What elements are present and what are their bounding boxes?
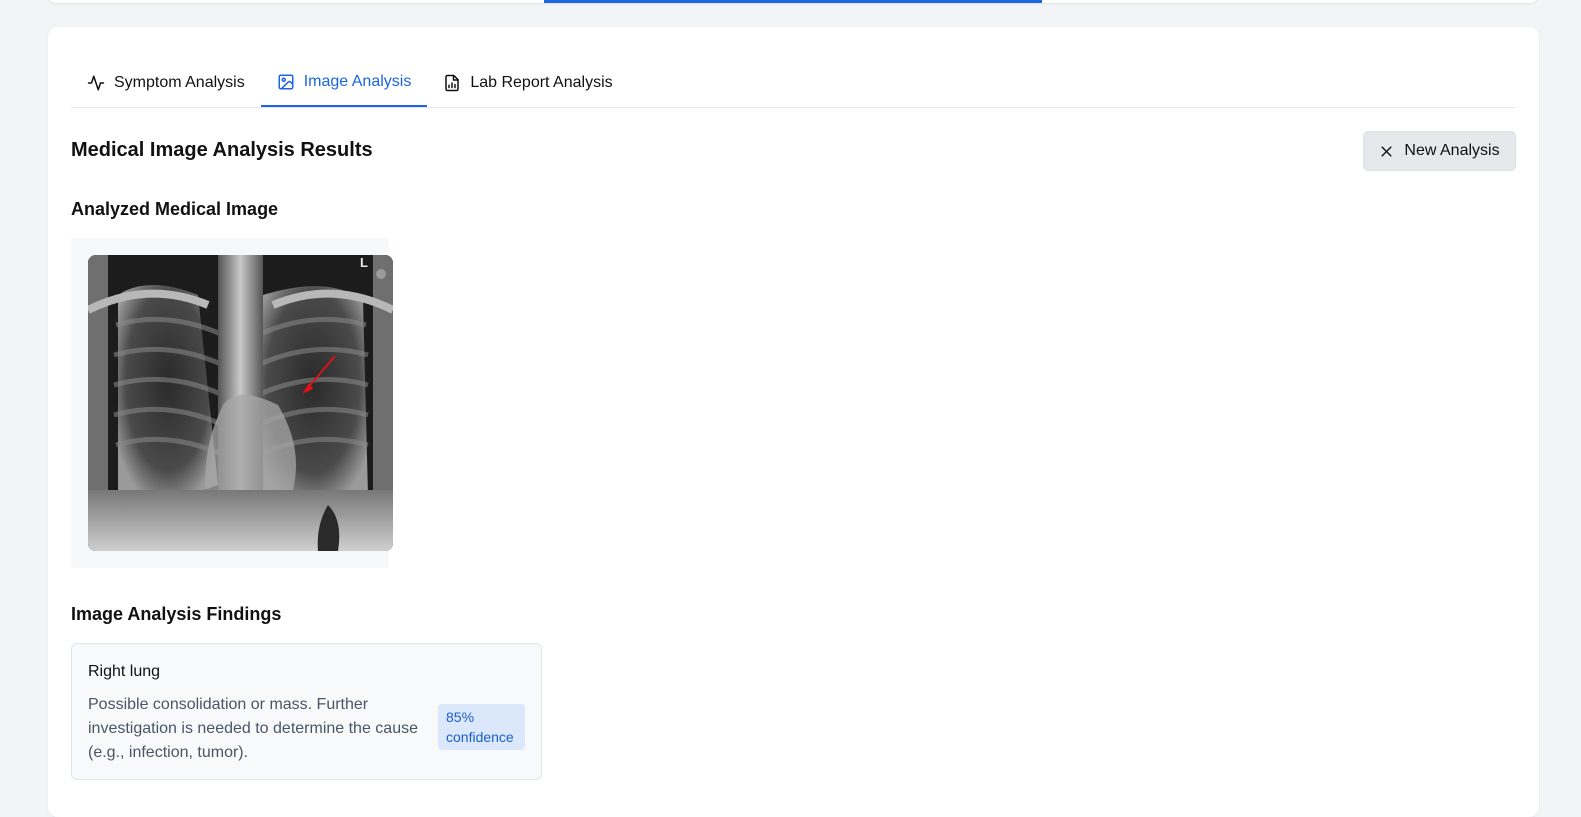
xray-side-marker: L: [360, 255, 368, 270]
confidence-badge: 85% confidence: [438, 704, 525, 750]
activity-icon: [87, 75, 105, 91]
tab-image-analysis[interactable]: Image Analysis: [260, 59, 428, 107]
analyzed-image-heading: Analyzed Medical Image: [71, 199, 279, 219]
tab-lab-report-analysis[interactable]: Lab Report Analysis: [427, 59, 628, 107]
new-analysis-label: New Analysis: [1404, 142, 1500, 159]
analysis-card: Symptom Analysis Image Analysis Lab Repo…: [48, 27, 1539, 817]
results-title: Medical Image Analysis Results: [71, 139, 373, 161]
tab-label: Symptom Analysis: [114, 74, 245, 91]
file-chart-icon: [445, 74, 460, 92]
findings-heading: Image Analysis Findings: [71, 604, 282, 624]
finding-description: Possible consolidation or mass. Further …: [88, 696, 418, 761]
xray-image: L: [88, 255, 393, 551]
tab-bar: Symptom Analysis Image Analysis Lab Repo…: [71, 59, 1515, 108]
new-analysis-button[interactable]: New Analysis: [1363, 131, 1516, 171]
tab-label: Image Analysis: [303, 73, 412, 90]
tab-label: Lab Report Analysis: [470, 74, 613, 91]
tab-symptom-analysis[interactable]: Symptom Analysis: [71, 59, 261, 107]
finding-card: Right lung Possible consolidation or mas…: [71, 643, 542, 780]
finding-region: Right lung: [88, 663, 161, 680]
progress-indicator: [544, 0, 1042, 3]
close-icon: [1381, 145, 1392, 157]
image-container: L: [71, 238, 393, 568]
image-icon: [278, 74, 294, 90]
